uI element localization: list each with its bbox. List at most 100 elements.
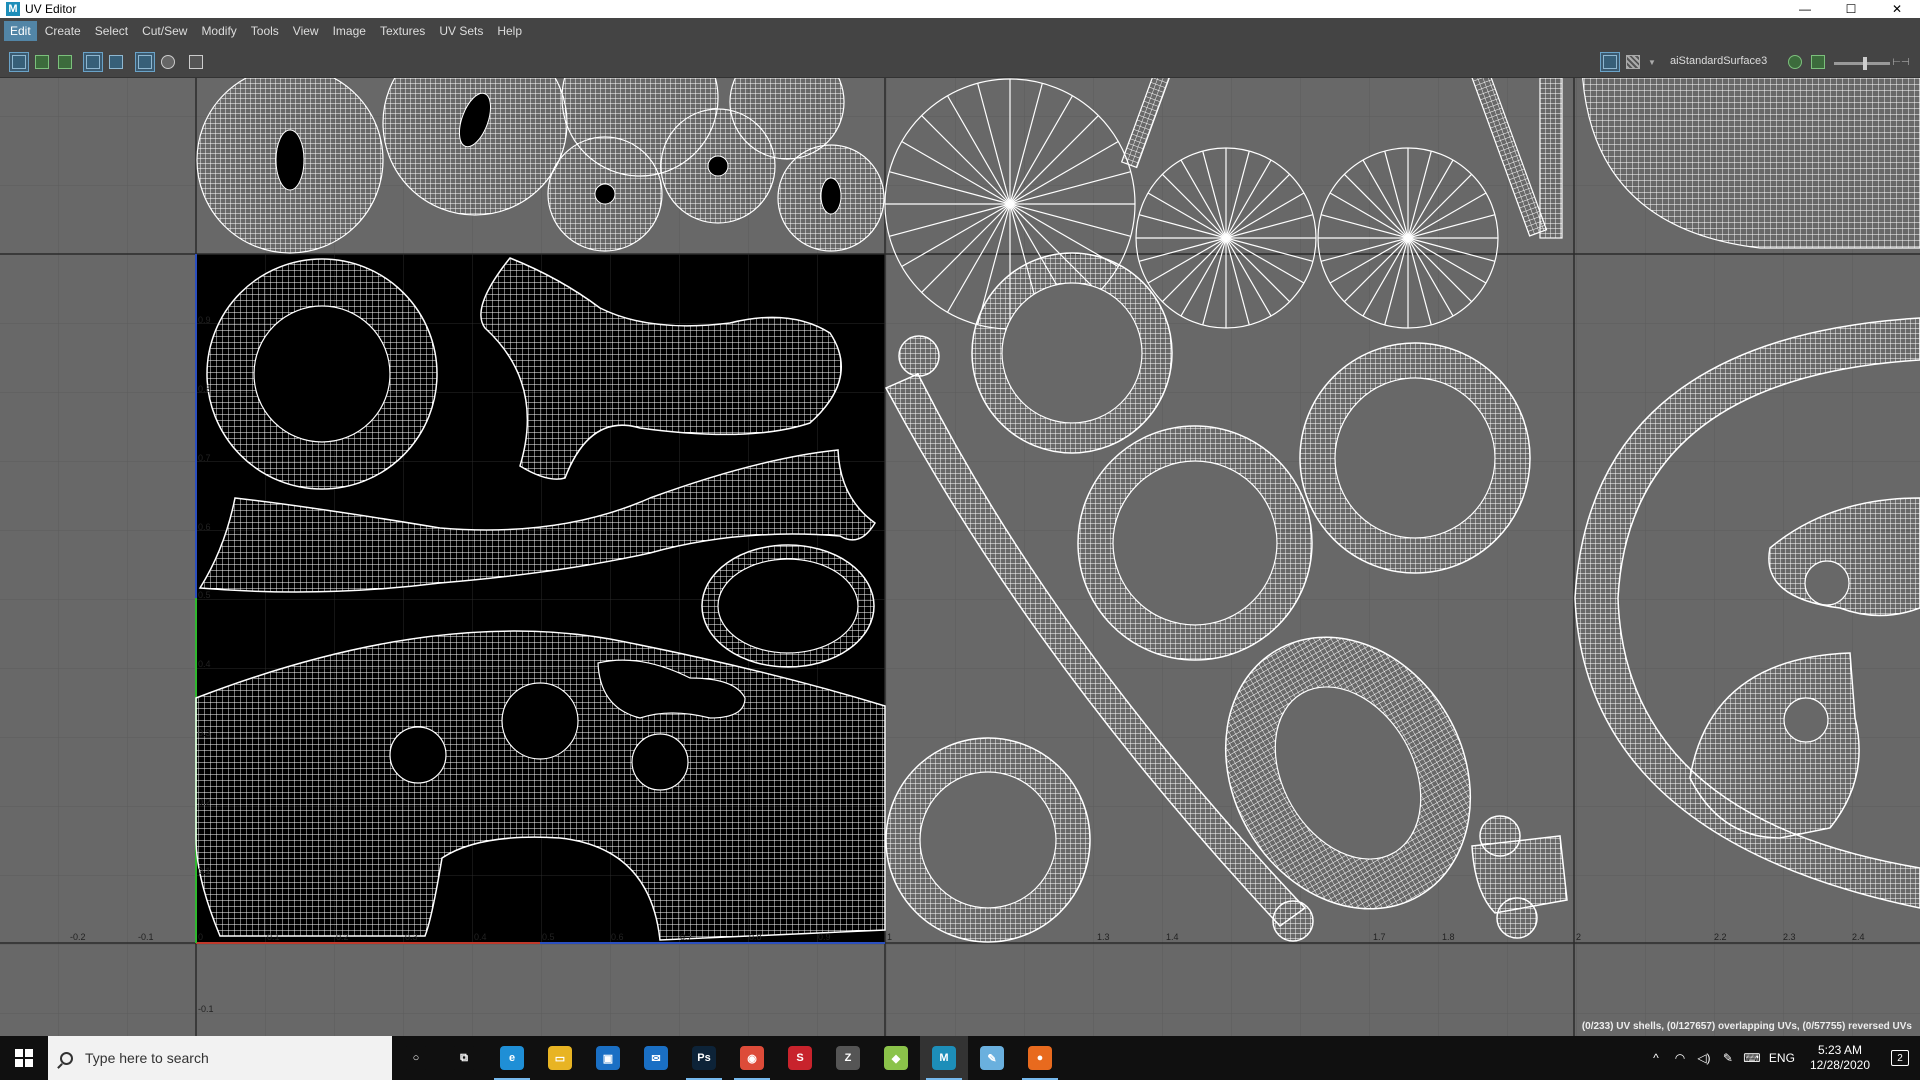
exposure-slider[interactable] [1834, 57, 1890, 70]
y-tick-label: 0.3 [198, 728, 211, 738]
task-view-icon: ⧉ [452, 1046, 476, 1070]
taskbar-substance[interactable]: S [776, 1036, 824, 1080]
clock[interactable]: 5:23 AM 12/28/2020 [1810, 1043, 1870, 1073]
maya-icon: M [932, 1046, 956, 1070]
x-tick-label: 0.2 [336, 932, 349, 942]
window-title: UV Editor [25, 2, 77, 16]
volume-icon[interactable]: ◁) [1692, 1051, 1716, 1065]
checker-map-icon[interactable] [135, 52, 155, 72]
taskbar-notepad[interactable]: ✎ [968, 1036, 1016, 1080]
x-tick-label: 0 [198, 932, 203, 942]
menu-textures[interactable]: Textures [374, 21, 431, 41]
snapshot-icon[interactable] [187, 53, 205, 71]
x-tick-label: -0.2 [70, 932, 86, 942]
menu-modify[interactable]: Modify [195, 21, 242, 41]
taskbar-photoshop[interactable]: Ps [680, 1036, 728, 1080]
y-tick-label: 0.5 [198, 590, 211, 600]
menu-create[interactable]: Create [39, 21, 87, 41]
uv-status-line: (0/233) UV shells, (0/127657) overlappin… [1581, 1021, 1912, 1032]
taskbar-zbrush[interactable]: Z [824, 1036, 872, 1080]
taskbar-mail[interactable]: ✉ [632, 1036, 680, 1080]
edge-icon: e [500, 1046, 524, 1070]
y-tick-label: 0.6 [198, 522, 211, 532]
taskbar-search-box[interactable]: Type here to search [48, 1036, 392, 1080]
chevron-up-icon[interactable]: ^ [1644, 1051, 1668, 1065]
title-bar: M UV Editor — ☐ ✕ [0, 0, 1920, 18]
maximize-button[interactable]: ☐ [1828, 0, 1874, 18]
taskbar-maya[interactable]: M [920, 1036, 968, 1080]
taskbar-marvelous[interactable]: ● [1016, 1036, 1064, 1080]
windows-taskbar: Type here to search ○ ⧉ e ▭ ▣ ✉ Ps ◉ S Z ◆ M ✎ ● ^ ◠ … [0, 1036, 1920, 1080]
menu-help[interactable]: Help [491, 21, 528, 41]
x-tick-label: 1 [887, 932, 892, 942]
taskbar-task-view[interactable]: ⧉ [440, 1036, 488, 1080]
taskbar-marmoset[interactable]: ◆ [872, 1036, 920, 1080]
x-tick-label: 0.5 [542, 932, 555, 942]
y-tick-label: 0.7 [198, 453, 211, 463]
start-button[interactable] [0, 1036, 48, 1080]
y-tick-label: 0.4 [198, 659, 211, 669]
menu-tools[interactable]: Tools [245, 21, 285, 41]
y-tick-label: 0.9 [198, 315, 211, 325]
taskbar-cortana[interactable]: ○ [392, 1036, 440, 1080]
uv-viewport[interactable]: -0.2 -0.1 0 0.1 0.2 0.3 0.4 0.5 0.6 0.7 0.8 0.9 1 1.3… [0, 78, 1920, 1036]
window-controls: — ☐ ✕ [1782, 0, 1920, 18]
minimize-button[interactable]: — [1782, 0, 1828, 18]
x-tick-label: 2.2 [1714, 932, 1727, 942]
marmoset-icon: ◆ [884, 1046, 908, 1070]
pixel-snap-icon[interactable] [107, 53, 125, 71]
keyboard-icon[interactable]: ⌨ [1740, 1051, 1764, 1065]
chrome-icon: ◉ [740, 1046, 764, 1070]
menu-cut-sew[interactable]: Cut/Sew [136, 21, 193, 41]
shader-name[interactable]: aiStandardSurface3 [1670, 55, 1767, 67]
menu-bar: Edit Create Select Cut/Sew Modify Tools … [0, 18, 1920, 44]
taskbar-chrome[interactable]: ◉ [728, 1036, 776, 1080]
x-tick-label: 2.3 [1783, 932, 1796, 942]
slider-knob[interactable] [1862, 57, 1867, 70]
uv-shell-icon[interactable] [9, 52, 29, 72]
close-button[interactable]: ✕ [1874, 0, 1920, 18]
uv-toolbar: ▼ aiStandardSurface3 ⊢⊣ [0, 44, 1920, 78]
notification-icon: 2 [1891, 1050, 1909, 1066]
checkered-icon[interactable] [1624, 53, 1642, 71]
x-tick-label: -0.1 [138, 932, 154, 942]
distortion-icon[interactable] [159, 53, 177, 71]
image-display-icon[interactable] [1600, 52, 1620, 72]
isolate-select-icon[interactable] [33, 53, 51, 71]
menu-select[interactable]: Select [89, 21, 134, 41]
y-tick-label: 0.2 [198, 797, 211, 807]
exposure-icon[interactable] [1809, 53, 1827, 71]
x-tick-label: 1.8 [1442, 932, 1455, 942]
x-tick-label: 0.8 [749, 932, 762, 942]
y-tick-label: 0.1 [198, 866, 211, 876]
action-center-button[interactable]: 2 [1880, 1050, 1920, 1066]
language-indicator[interactable]: ENG [1764, 1051, 1800, 1065]
refresh-texture-icon[interactable] [1786, 53, 1804, 71]
menu-image[interactable]: Image [327, 21, 372, 41]
menu-uv-sets[interactable]: UV Sets [433, 21, 489, 41]
file-explorer-icon: ▭ [548, 1046, 572, 1070]
toggle-filter-icon[interactable] [56, 53, 74, 71]
uv-layout-canvas[interactable]: -0.2 -0.1 0 0.1 0.2 0.3 0.4 0.5 0.6 0.7 0.8 0.9 1 1.3… [0, 78, 1920, 1036]
windows-logo-icon [15, 1049, 33, 1067]
system-tray: ^ ◠ ◁) ✎ ⌨ ENG 5:23 AM 12/28/2020 2 [1644, 1036, 1920, 1080]
x-tick-label: 0.7 [680, 932, 693, 942]
pen-icon[interactable]: ✎ [1716, 1051, 1740, 1065]
photoshop-icon: Ps [692, 1046, 716, 1070]
network-icon[interactable]: ◠ [1668, 1051, 1692, 1065]
x-tick-label: 1.3 [1097, 932, 1110, 942]
search-placeholder: Type here to search [85, 1050, 209, 1066]
taskbar-edge[interactable]: e [488, 1036, 536, 1080]
gamma-icon[interactable]: ⊢⊣ [1892, 53, 1909, 71]
x-tick-label: 0.1 [267, 932, 280, 942]
menu-view[interactable]: View [287, 21, 325, 41]
chevron-down-icon[interactable]: ▼ [1646, 53, 1658, 71]
x-tick-label: 2 [1576, 932, 1581, 942]
taskbar-apps: ○ ⧉ e ▭ ▣ ✉ Ps ◉ S Z ◆ M ✎ ● [392, 1036, 1064, 1080]
taskbar-file-explorer[interactable]: ▭ [536, 1036, 584, 1080]
menu-edit[interactable]: Edit [4, 21, 37, 41]
display-grid-icon[interactable] [83, 52, 103, 72]
taskbar-store[interactable]: ▣ [584, 1036, 632, 1080]
clock-time: 5:23 AM [1817, 1043, 1862, 1057]
y-tick-label: 0.8 [198, 384, 211, 394]
